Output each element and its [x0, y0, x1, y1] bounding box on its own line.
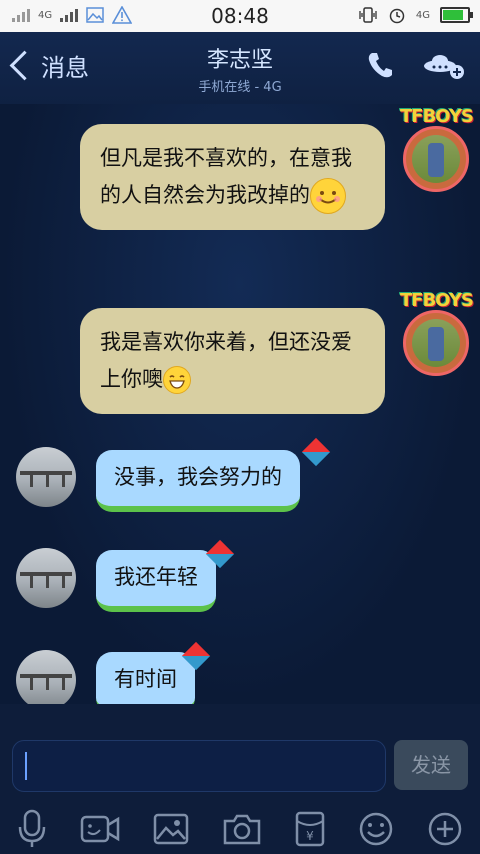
contact-avatar[interactable]: [16, 548, 76, 608]
battery-icon: [440, 7, 473, 23]
smile-emoji-icon: [310, 178, 346, 214]
microphone-icon[interactable]: [17, 809, 47, 849]
red-packet-icon[interactable]: ¥: [295, 811, 325, 847]
contact-avatar[interactable]: [16, 650, 76, 704]
contact-status: 手机在线 - 4G: [198, 80, 282, 95]
my-avatar[interactable]: [403, 310, 469, 376]
message-text: 我还年轻: [114, 565, 198, 589]
message-bubble-incoming[interactable]: 我还年轻: [96, 550, 216, 612]
message-bubble-outgoing[interactable]: 但凡是我不喜欢的，在意我的人自然会为我改掉的: [80, 124, 385, 230]
message-bubble-incoming[interactable]: 有时间: [96, 652, 195, 704]
network-type-2: 4G: [415, 9, 430, 21]
send-button[interactable]: 发送: [394, 740, 468, 790]
camera-icon[interactable]: [222, 812, 262, 846]
grin-emoji-icon: [163, 366, 191, 394]
alarm-icon: [389, 8, 405, 24]
chat-header: 消息 李志坚 手机在线 - 4G: [0, 32, 480, 104]
message-text: 没事，我会努力的: [114, 465, 282, 489]
my-avatar[interactable]: [403, 126, 469, 192]
phone-call-icon[interactable]: [366, 50, 394, 80]
vibrate-icon: [359, 7, 377, 23]
plus-icon[interactable]: [427, 811, 463, 847]
text-cursor: [25, 752, 27, 780]
emoji-icon[interactable]: [358, 811, 394, 847]
message-bubble-outgoing[interactable]: 我是喜欢你来着，但还没爱上你噢: [80, 308, 385, 414]
message-bubble-incoming[interactable]: 没事，我会努力的: [96, 450, 300, 512]
composer: 发送 ¥: [0, 704, 480, 854]
avatar-badge: TFBOYS: [400, 290, 474, 311]
video-icon[interactable]: [80, 813, 120, 845]
status-bar: 4G 08:48 4G: [0, 0, 480, 32]
message-list[interactable]: 但凡是我不喜欢的，在意我的人自然会为我改掉的 TFBOYS 我是喜欢你来着，但还…: [0, 104, 480, 704]
svg-text:¥: ¥: [306, 829, 314, 843]
battery-fill: [443, 10, 463, 20]
contact-avatar[interactable]: [16, 447, 76, 507]
status-right: 4G: [358, 6, 473, 24]
message-text: 我是喜欢你来着，但还没爱上你噢: [100, 330, 352, 391]
composer-toolbar: ¥: [0, 804, 480, 854]
kite-decoration-icon: [301, 437, 331, 467]
image-icon[interactable]: [153, 813, 189, 845]
avatar-badge: TFBOYS: [400, 106, 474, 127]
more-options-icon[interactable]: [422, 50, 466, 80]
message-text: 有时间: [114, 667, 177, 691]
contact-name: 李志坚: [206, 48, 273, 73]
message-input[interactable]: [12, 740, 386, 792]
